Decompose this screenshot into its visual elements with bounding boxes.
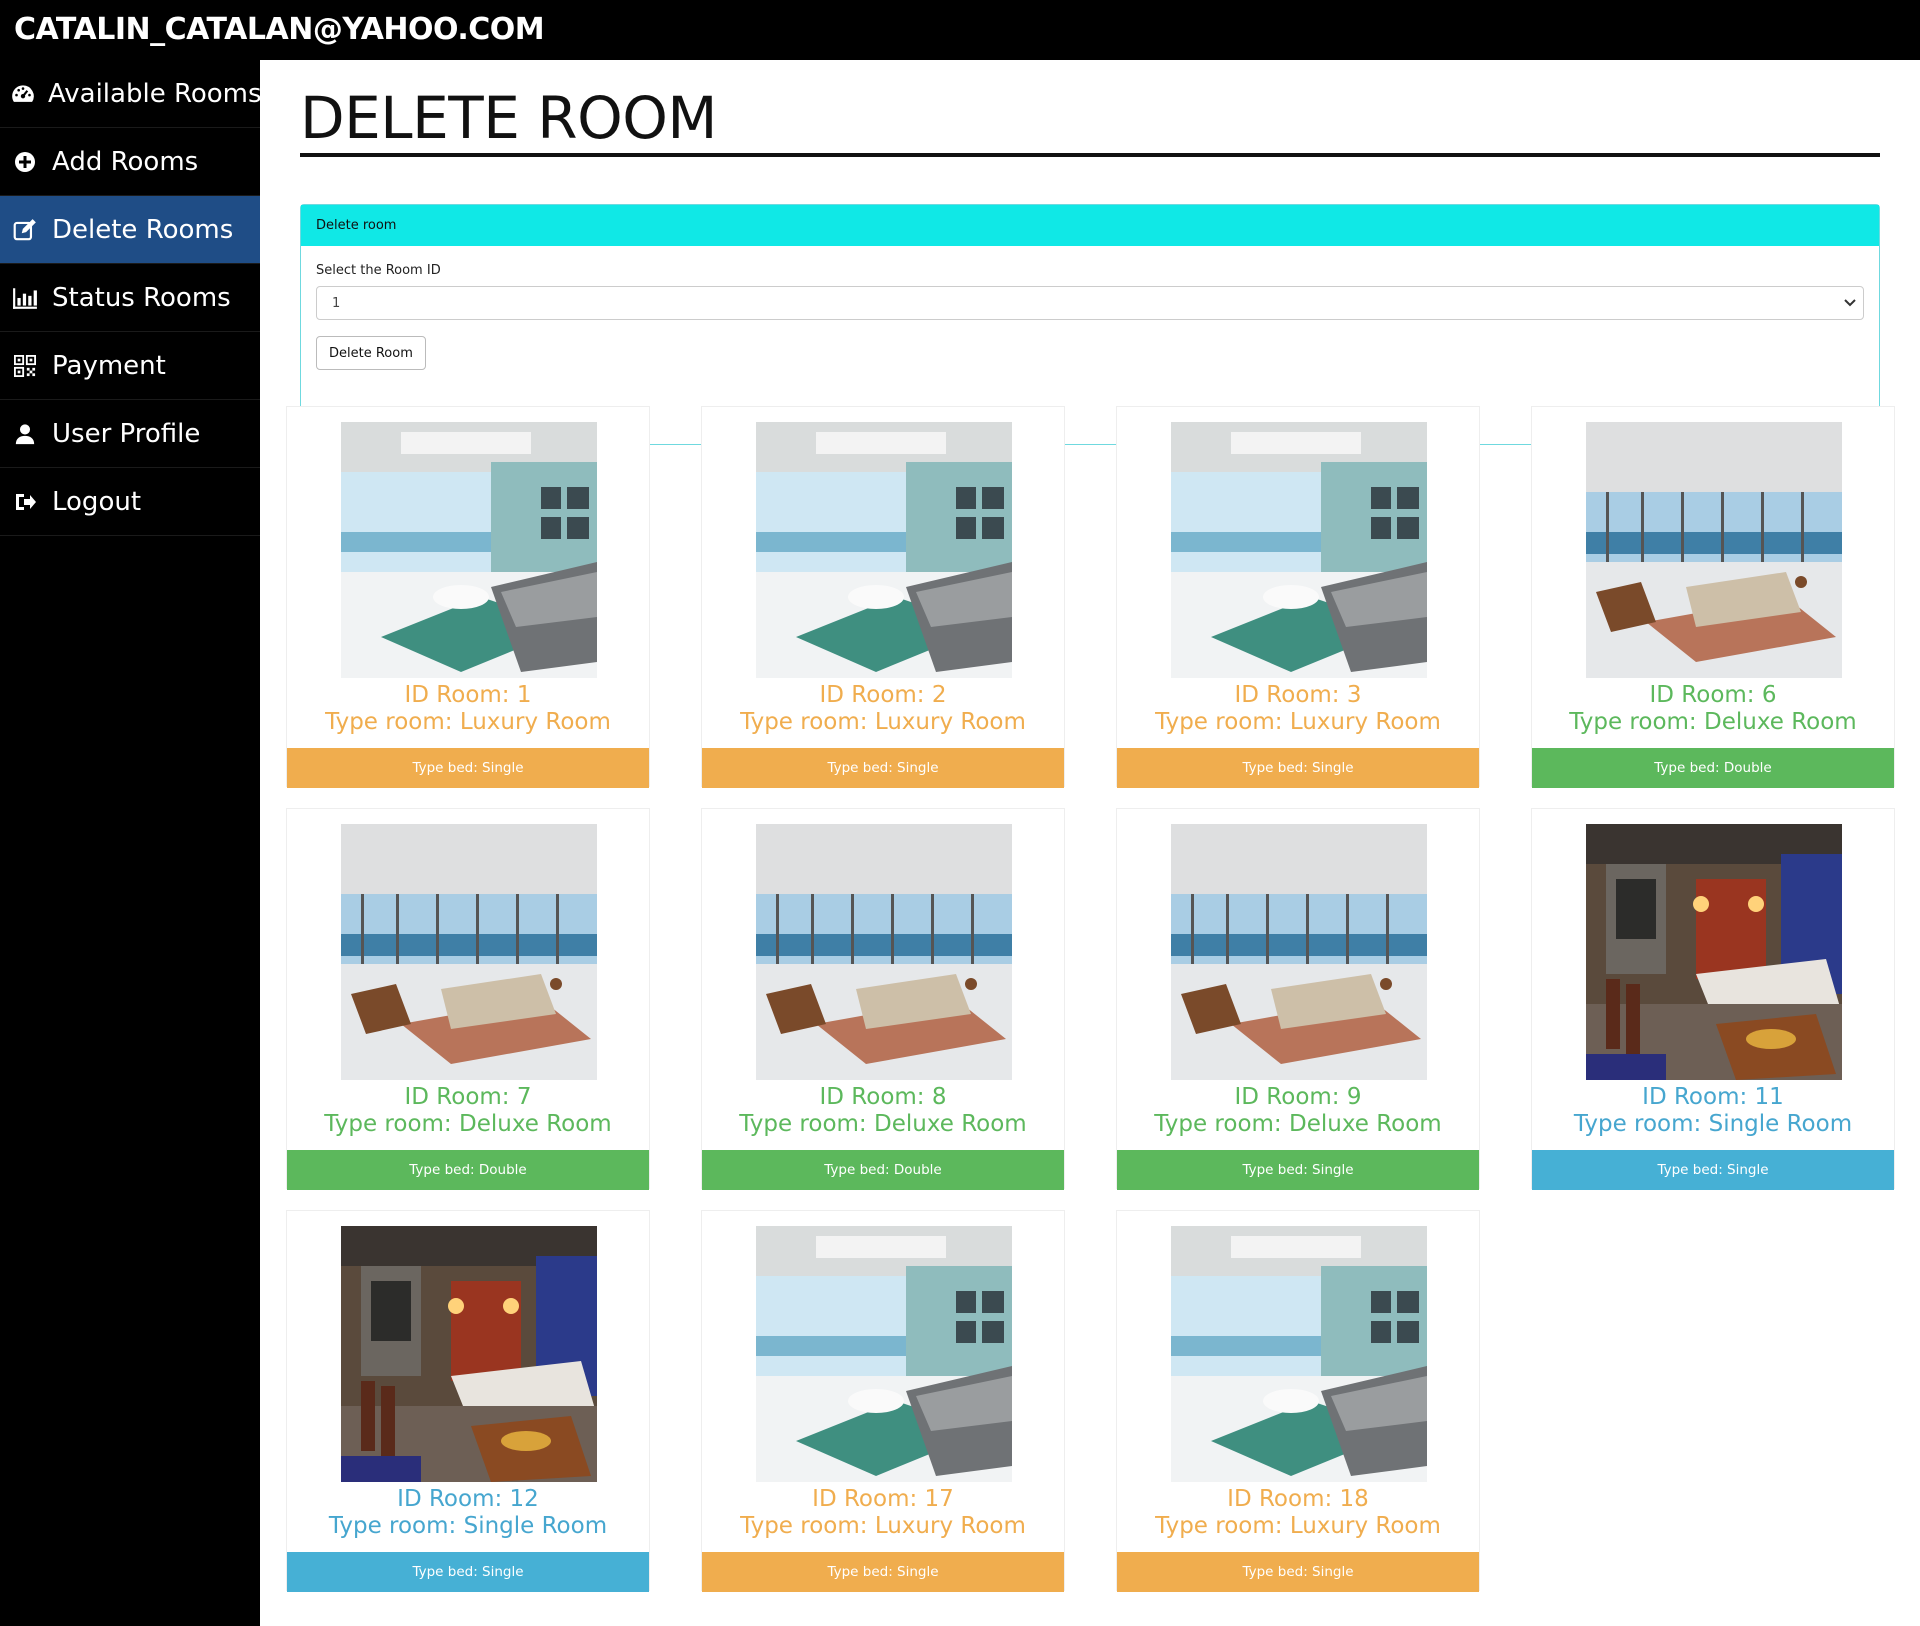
sidebar-item-label: Available Rooms: [48, 78, 262, 109]
sidebar-item-status-rooms[interactable]: Status Rooms: [0, 264, 260, 332]
sidebar-item-label: User Profile: [52, 418, 201, 449]
deluxe-room-photo: [341, 824, 597, 1080]
room-id-selected-value: 1: [332, 295, 341, 311]
room-card[interactable]: ID Room: 12 Type room: Single Room Type …: [286, 1210, 650, 1592]
room-card[interactable]: ID Room: 3 Type room: Luxury Room Type b…: [1116, 406, 1480, 788]
luxury-room-photo: [756, 1226, 1012, 1482]
bed-type-bar: Type bed: Single: [1117, 1150, 1479, 1190]
bed-type-bar: Type bed: Single: [702, 1552, 1064, 1592]
bed-type-bar: Type bed: Single: [1532, 1150, 1894, 1190]
room-id: ID Room: 9: [1234, 1084, 1362, 1110]
room-card[interactable]: ID Room: 17 Type room: Luxury Room Type …: [701, 1210, 1065, 1592]
single-room-photo: [341, 1226, 597, 1482]
luxury-room-photo: [756, 422, 1012, 678]
sidebar-item-label: Delete Rooms: [52, 214, 234, 245]
room-id: ID Room: 7: [404, 1084, 532, 1110]
room-card[interactable]: ID Room: 2 Type room: Luxury Room Type b…: [701, 406, 1065, 788]
top-bar: CATALIN_CATALAN@YAHOO.COM: [0, 0, 1920, 60]
room-card[interactable]: ID Room: 1 Type room: Luxury Room Type b…: [286, 406, 650, 788]
page-title: DELETE ROOM: [300, 84, 717, 152]
room-type: Type room: Deluxe Room: [324, 1111, 612, 1137]
room-id: ID Room: 6: [1649, 682, 1777, 708]
sidebar-item-available-rooms[interactable]: Available Rooms: [0, 60, 262, 128]
room-id: ID Room: 1: [404, 682, 532, 708]
luxury-room-photo: [1171, 422, 1427, 678]
room-id-label: Select the Room ID: [316, 263, 441, 278]
sidebar-item-logout[interactable]: Logout: [0, 468, 260, 536]
edit-icon: [10, 215, 40, 245]
sidebar: Available Rooms Add Rooms Delete Rooms S…: [0, 60, 262, 1626]
room-type: Type room: Luxury Room: [740, 1513, 1026, 1539]
room-card[interactable]: ID Room: 9 Type room: Deluxe Room Type b…: [1116, 808, 1480, 1190]
user-email: CATALIN_CATALAN@YAHOO.COM: [14, 12, 545, 47]
qrcode-icon: [10, 351, 40, 381]
bed-type-bar: Type bed: Single: [1117, 1552, 1479, 1592]
deluxe-room-photo: [1586, 422, 1842, 678]
bed-type-bar: Type bed: Single: [702, 748, 1064, 788]
sidebar-item-label: Add Rooms: [52, 146, 199, 177]
title-divider: [300, 153, 1880, 157]
deluxe-room-photo: [756, 824, 1012, 1080]
room-type: Type room: Deluxe Room: [1569, 709, 1857, 735]
main-content: DELETE ROOM Delete room Select the Room …: [260, 60, 1920, 1626]
room-card[interactable]: ID Room: 11 Type room: Single Room Type …: [1531, 808, 1895, 1190]
room-card[interactable]: ID Room: 8 Type room: Deluxe Room Type b…: [701, 808, 1065, 1190]
dashboard-icon: [10, 79, 36, 109]
room-type: Type room: Luxury Room: [740, 709, 1026, 735]
bed-type-bar: Type bed: Single: [1117, 748, 1479, 788]
room-id-select[interactable]: 1: [316, 286, 1864, 320]
plus-circle-icon: [10, 147, 40, 177]
luxury-room-photo: [341, 422, 597, 678]
room-id: ID Room: 3: [1234, 682, 1362, 708]
sidebar-item-user-profile[interactable]: User Profile: [0, 400, 260, 468]
bar-chart-icon: [10, 283, 40, 313]
room-type: Type room: Single Room: [1573, 1111, 1853, 1137]
room-type: Type room: Single Room: [328, 1513, 608, 1539]
sidebar-item-add-rooms[interactable]: Add Rooms: [0, 128, 260, 196]
room-id: ID Room: 12: [397, 1486, 539, 1512]
room-id: ID Room: 2: [819, 682, 947, 708]
room-type: Type room: Luxury Room: [1155, 1513, 1441, 1539]
room-id: ID Room: 8: [819, 1084, 947, 1110]
delete-room-button[interactable]: Delete Room: [316, 336, 426, 370]
sidebar-item-label: Logout: [52, 486, 142, 517]
room-type: Type room: Luxury Room: [325, 709, 611, 735]
room-type: Type room: Deluxe Room: [1154, 1111, 1442, 1137]
single-room-photo: [1586, 824, 1842, 1080]
room-id: ID Room: 18: [1227, 1486, 1369, 1512]
bed-type-bar: Type bed: Single: [287, 1552, 649, 1592]
room-id: ID Room: 17: [812, 1486, 954, 1512]
room-card[interactable]: ID Room: 18 Type room: Luxury Room Type …: [1116, 1210, 1480, 1592]
deluxe-room-photo: [1171, 824, 1427, 1080]
panel-heading: Delete room: [301, 205, 1879, 246]
bed-type-bar: Type bed: Single: [287, 748, 649, 788]
bed-type-bar: Type bed: Double: [287, 1150, 649, 1190]
room-id: ID Room: 11: [1642, 1084, 1784, 1110]
sidebar-item-delete-rooms[interactable]: Delete Rooms: [0, 196, 260, 264]
logout-icon: [10, 487, 40, 517]
sidebar-item-label: Status Rooms: [52, 282, 231, 313]
bed-type-bar: Type bed: Double: [1532, 748, 1894, 788]
room-type: Type room: Deluxe Room: [739, 1111, 1027, 1137]
room-type: Type room: Luxury Room: [1155, 709, 1441, 735]
room-card[interactable]: ID Room: 6 Type room: Deluxe Room Type b…: [1531, 406, 1895, 788]
bed-type-bar: Type bed: Double: [702, 1150, 1064, 1190]
user-icon: [10, 419, 40, 449]
sidebar-item-payment[interactable]: Payment: [0, 332, 260, 400]
room-card[interactable]: ID Room: 7 Type room: Deluxe Room Type b…: [286, 808, 650, 1190]
luxury-room-photo: [1171, 1226, 1427, 1482]
sidebar-item-label: Payment: [52, 350, 166, 381]
chevron-down-icon: [1843, 295, 1857, 313]
